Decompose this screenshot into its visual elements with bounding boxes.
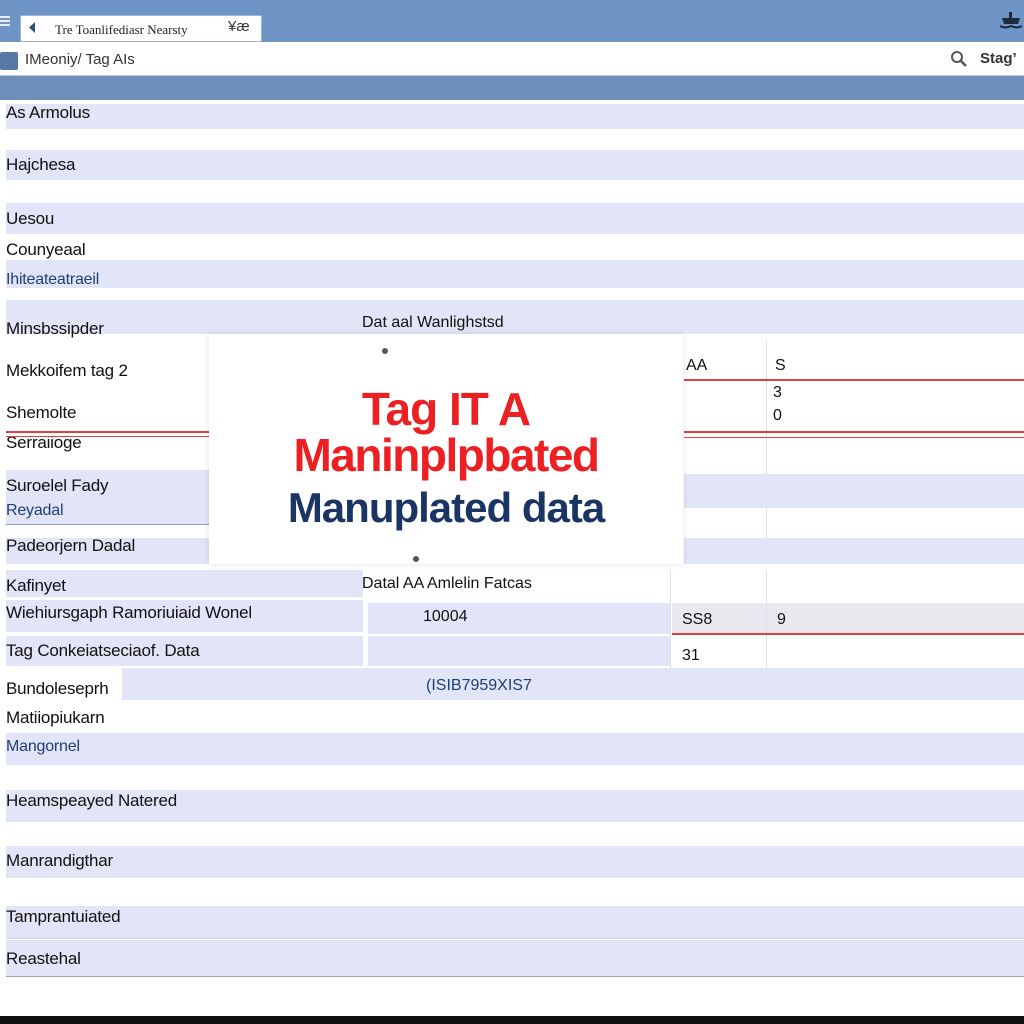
column-divider: [766, 570, 767, 668]
toolbar-title: IMeoniy/ Tag AIs: [25, 51, 135, 68]
tab-title: Tre Toanlifediasr Nearsty: [55, 22, 188, 37]
row-label-link[interactable]: Mangornel: [6, 738, 80, 756]
ship-icon[interactable]: [998, 10, 1024, 32]
toolbar: IMeoniy/ Tag AIs Stag’: [0, 42, 1024, 76]
row-band: [6, 940, 1024, 976]
red-rule: [684, 437, 1024, 438]
row-label[interactable]: As Armolus: [6, 103, 90, 123]
row-label[interactable]: Bundoleseprh: [6, 679, 109, 699]
row-band: [672, 603, 1024, 634]
tab-tag: ¥æ: [228, 18, 250, 35]
row-label-link[interactable]: Ihiteateatraeil: [6, 271, 99, 289]
table-cell: 31: [682, 647, 700, 664]
row-divider: [6, 938, 1024, 939]
row-label[interactable]: Wiehiursgaph Ramoriuiaid Wonel: [6, 603, 252, 623]
row-label[interactable]: Manrandigthar: [6, 851, 113, 871]
row-band: [6, 733, 1024, 765]
app-icon[interactable]: [0, 52, 18, 70]
row-label[interactable]: Counyeaal: [6, 240, 86, 260]
title-bar: Tre Toanlifediasr Nearsty ¥æ: [0, 0, 1024, 42]
row-band: [368, 636, 670, 666]
row-band: [6, 846, 1024, 878]
row-band: [684, 474, 1024, 508]
red-rule: [684, 379, 1024, 381]
row-band: [6, 906, 1024, 938]
row-band: [6, 203, 1024, 234]
bottom-edge: [0, 1016, 1024, 1024]
table-header: Dat aal Wanlighstsd: [362, 314, 504, 331]
serial-number[interactable]: (ISIB7959XIS7: [426, 677, 532, 695]
row-label[interactable]: Kafinyet: [6, 576, 66, 596]
row-band: [6, 260, 1024, 288]
column-header-s[interactable]: S: [775, 357, 786, 375]
row-label[interactable]: Matiiopiukarn: [6, 708, 105, 728]
column-divider: [766, 340, 767, 475]
header-band: [0, 76, 1024, 100]
search-icon[interactable]: [950, 50, 968, 68]
row-label[interactable]: Shemolte: [6, 403, 76, 423]
row-label[interactable]: Tamprantuiated: [6, 907, 121, 927]
row-label[interactable]: Minsbssipder: [6, 319, 104, 339]
table-cell-value[interactable]: 10004: [423, 608, 468, 626]
pin-dot: [413, 556, 419, 562]
column-divider: [670, 570, 671, 668]
red-rule: [6, 431, 210, 433]
row-divider: [6, 976, 1024, 977]
table-cell: 0: [773, 407, 782, 424]
row-band: [6, 150, 1024, 180]
red-rule: [684, 431, 1024, 433]
column-header-aa[interactable]: AA: [686, 357, 707, 375]
table-cell: 3: [773, 384, 782, 401]
row-label[interactable]: Heamspeayed Natered: [6, 791, 177, 811]
table-header: Datal AA Amlelin Fatcas: [362, 575, 532, 592]
row-label[interactable]: Uesou: [6, 209, 54, 229]
overlay-subtitle: Maninplpbated: [293, 429, 600, 481]
row-label-link[interactable]: Reyadal: [6, 502, 64, 520]
row-label[interactable]: Reastehal: [6, 949, 81, 969]
column-divider: [766, 508, 767, 538]
table-cell-code[interactable]: SS8: [682, 611, 712, 629]
menu-icon[interactable]: [0, 14, 10, 28]
back-arrow-icon[interactable]: [25, 19, 41, 36]
row-band: [6, 104, 1024, 129]
row-label[interactable]: Mekkoifem tag 2: [6, 361, 128, 381]
stage-label[interactable]: Stag’: [980, 50, 1017, 67]
browser-tab[interactable]: Tre Toanlifediasr Nearsty ¥æ: [20, 15, 262, 42]
overlay-card: Tag IT A Maninplpbated Manuplated data: [209, 334, 683, 564]
red-rule: [6, 436, 210, 437]
row-band: [6, 300, 1024, 334]
row-band: [368, 603, 670, 634]
overlay-caption: Manuplated data: [287, 484, 605, 531]
row-label[interactable]: Hajchesa: [6, 155, 75, 175]
row-band: [122, 668, 1024, 700]
row-divider: [6, 524, 210, 525]
pin-dot: [382, 348, 388, 354]
row-label[interactable]: Tag Conkeiatseciaof. Data: [6, 641, 200, 661]
row-label[interactable]: Suroelel Fady: [6, 476, 108, 496]
red-rule: [672, 633, 1024, 635]
table-cell: 9: [777, 611, 786, 628]
row-label[interactable]: Padeorjern Dadal: [6, 536, 135, 556]
row-band: [684, 538, 1024, 564]
